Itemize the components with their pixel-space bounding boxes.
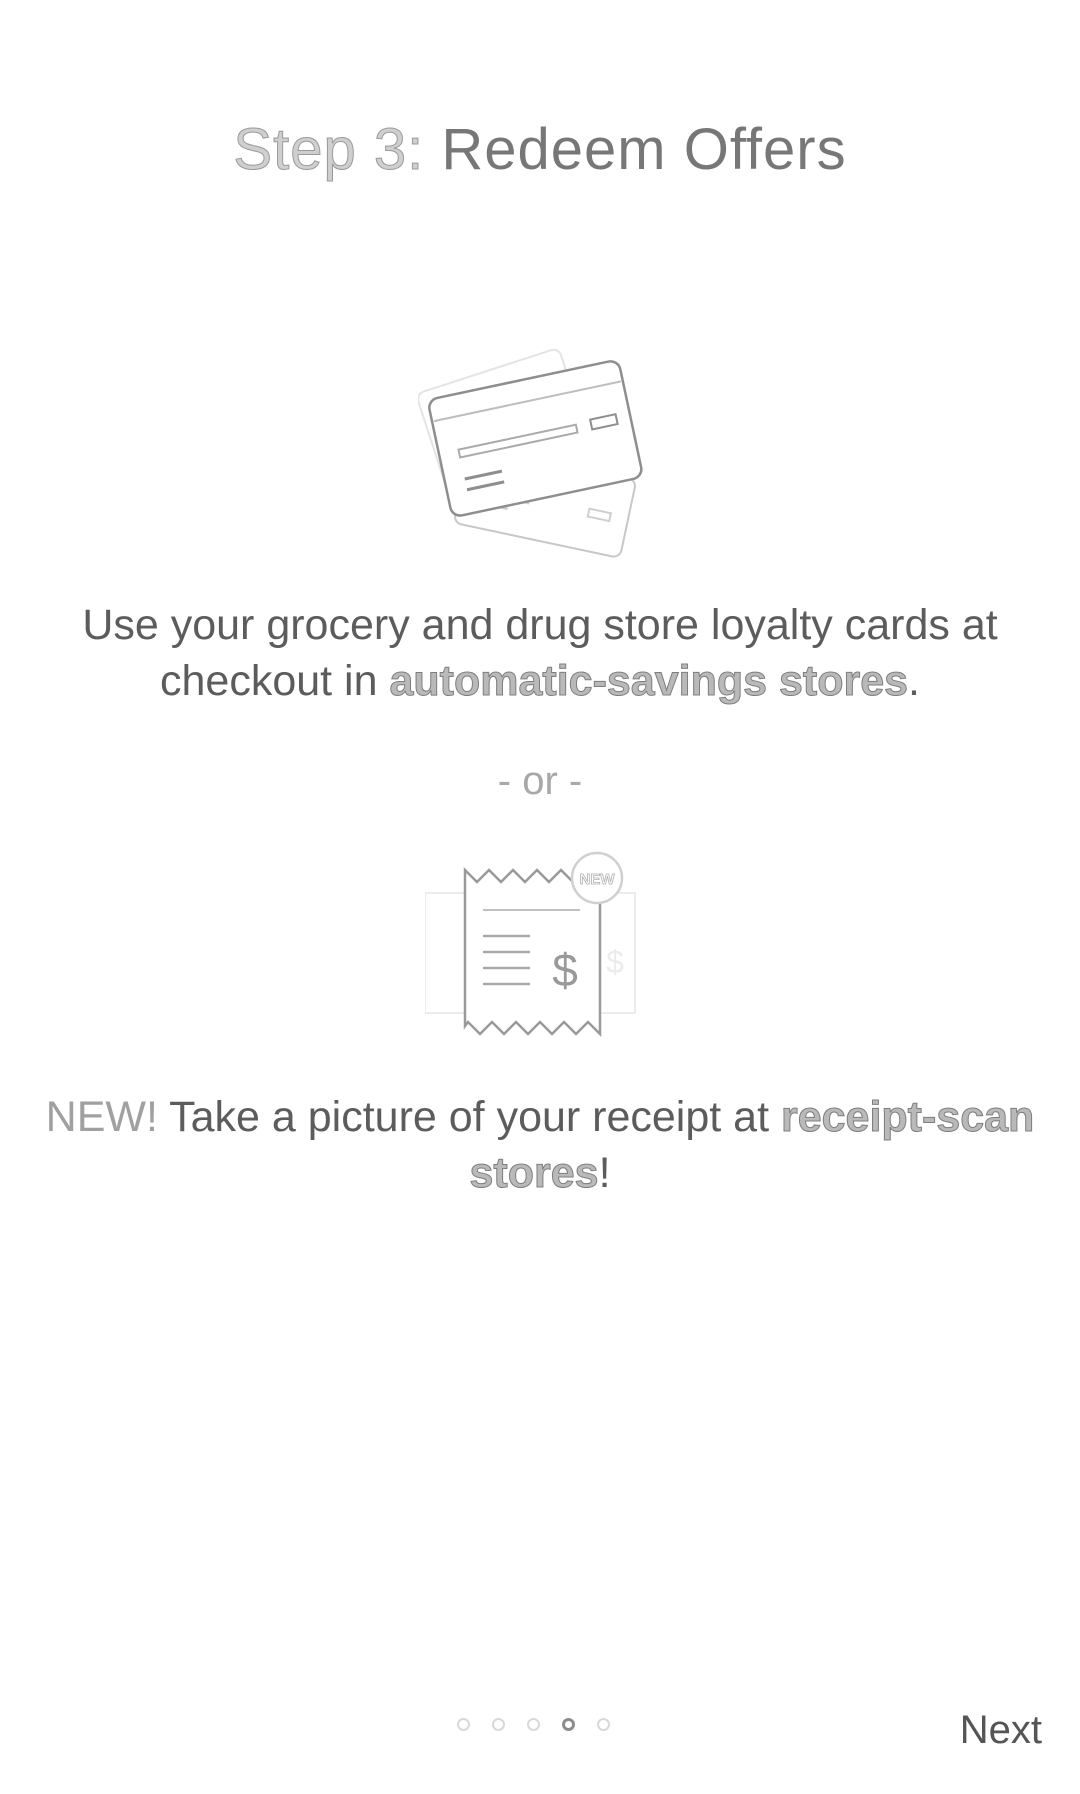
receipt-icon: $ $ NEW — [425, 851, 636, 1038]
or-divider: - or - — [497, 759, 583, 803]
page-dot[interactable] — [492, 1718, 505, 1731]
page-dot[interactable] — [457, 1718, 470, 1731]
page-indicator — [457, 1718, 610, 1731]
title-text: Redeem Offers — [441, 117, 847, 182]
page-dot[interactable] — [597, 1718, 610, 1731]
step-label: Step 3: — [233, 117, 425, 183]
receipt-text-before: Take a picture of your receipt at — [157, 1093, 781, 1141]
next-button[interactable]: Next — [960, 1700, 1042, 1760]
page-dot[interactable] — [527, 1718, 540, 1731]
loyalty-text-after: . — [908, 657, 920, 705]
receipt-text-after: ! — [598, 1149, 611, 1197]
page-dot-active[interactable] — [562, 1718, 575, 1731]
receipt-new-badge: NEW — [580, 871, 616, 888]
new-label: NEW! — [45, 1093, 158, 1141]
automatic-savings-stores-link[interactable]: automatic-savings stores — [389, 657, 909, 706]
svg-text:$: $ — [606, 944, 624, 980]
loyalty-instructions: Use your grocery and drug store loyalty … — [40, 597, 1040, 709]
page-title: Step 3: Redeem Offers — [0, 108, 1080, 192]
loyalty-cards-icon — [418, 348, 643, 558]
receipt-instructions: NEW! Take a picture of your receipt at r… — [40, 1089, 1040, 1201]
svg-text:$: $ — [552, 944, 578, 996]
